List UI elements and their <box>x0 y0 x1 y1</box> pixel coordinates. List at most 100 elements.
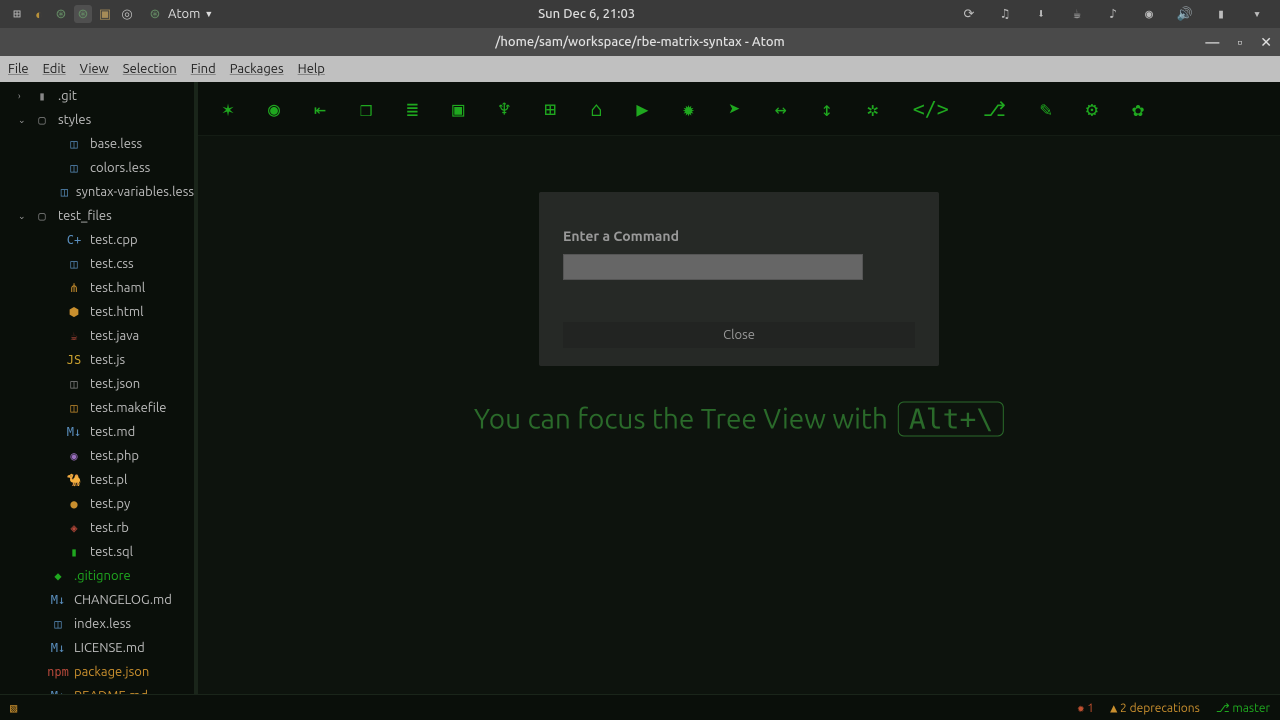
tree-file-test-java[interactable]: ☕test.java <box>0 324 194 348</box>
refresh-icon[interactable]: ⟳ <box>960 5 978 23</box>
file-name: LICENSE.md <box>74 641 145 655</box>
tree-file-test-sql[interactable]: ▮test.sql <box>0 540 194 564</box>
file-type-icon: M↓ <box>50 641 66 655</box>
file-name: README.md <box>74 689 148 694</box>
files-icon[interactable]: ▣ <box>96 5 114 23</box>
tree-file--gitignore[interactable]: ◆.gitignore <box>0 564 194 588</box>
tree-file-test-json[interactable]: ◫ test.json <box>0 372 194 396</box>
tree-file-CHANGELOG-md[interactable]: M↓CHANGELOG.md <box>0 588 194 612</box>
tree-file-README-md[interactable]: M↓README.md <box>0 684 194 694</box>
file-name: styles <box>58 113 91 127</box>
menu-view[interactable]: View <box>80 62 109 76</box>
file-name: test.php <box>90 449 139 463</box>
editor-area: ✶◉⇤❒≣▣♆⊞⌂▶✹➤↔↕✲</>⎇✎⚙✿ You can focus the… <box>198 82 1280 694</box>
chrome-icon[interactable]: ◐ <box>30 5 48 23</box>
caret-icon: ⌄ <box>18 211 26 222</box>
atom-icon-1[interactable]: ⊛ <box>52 5 70 23</box>
atom-icon-2[interactable]: ⊛ <box>74 5 92 23</box>
file-type-icon: ◫ <box>66 161 82 175</box>
menu-help[interactable]: Help <box>298 62 325 76</box>
window-titlebar[interactable]: /home/sam/workspace/rbe-matrix-syntax - … <box>0 28 1280 56</box>
file-name: test_files <box>58 209 112 223</box>
tree-file-test-pl[interactable]: 🐪test.pl <box>0 468 194 492</box>
minimize-button[interactable]: — <box>1205 34 1219 51</box>
menu-find[interactable]: Find <box>191 62 216 76</box>
tree-file-package-json[interactable]: npmpackage.json <box>0 660 194 684</box>
menubar: File Edit View Selection Find Packages Help <box>0 56 1280 82</box>
tree-file-base-less[interactable]: ◫base.less <box>0 132 194 156</box>
file-name: CHANGELOG.md <box>74 593 172 607</box>
active-app-menu[interactable]: ⊛ Atom ▼ <box>146 5 213 23</box>
file-type-icon: npm <box>50 665 66 679</box>
file-type-icon: ▢ <box>34 113 50 127</box>
command-input[interactable] <box>563 254 863 280</box>
file-type-icon: ◫ <box>66 257 82 271</box>
status-bar: ▧ ✹ 1 ▲ 2 deprecations ⎇ master <box>0 694 1280 720</box>
git-branch-icon: ⎇ <box>1216 701 1230 715</box>
tree-file-test-php[interactable]: ◉test.php <box>0 444 194 468</box>
tree-file-test-makefile[interactable]: ◫ test.makefile <box>0 396 194 420</box>
atom-app-icon: ⊛ <box>146 5 164 23</box>
file-name: test.md <box>90 425 135 439</box>
tree-file-test-css[interactable]: ◫test.css <box>0 252 194 276</box>
tree-folder-styles[interactable]: ⌄ ▢ styles <box>0 108 194 132</box>
file-name: test.makefile <box>90 401 166 415</box>
file-name: test.pl <box>90 473 127 487</box>
file-type-icon: ⬢ <box>66 305 82 319</box>
file-name: test.html <box>90 305 144 319</box>
file-type-icon: ◫ <box>61 185 68 199</box>
tree-file-test-js[interactable]: JStest.js <box>0 348 194 372</box>
coffee-icon[interactable]: ☕ <box>1068 5 1086 23</box>
error-count[interactable]: ✹ 1 <box>1077 701 1094 715</box>
dialog-close-button[interactable]: Close <box>563 322 915 348</box>
power-menu-icon[interactable]: ▾ <box>1248 5 1266 23</box>
tree-file-test-md[interactable]: M↓ test.md <box>0 420 194 444</box>
git-branch[interactable]: ⎇ master <box>1216 701 1270 715</box>
equalizer-icon[interactable]: ♫ <box>996 5 1014 23</box>
tree-file-colors-less[interactable]: ◫ colors.less <box>0 156 194 180</box>
settings-icon[interactable]: ◎ <box>118 5 136 23</box>
file-type-icon: ◫ <box>66 401 82 415</box>
desktop-panel: ⊞ ◐ ⊛ ⊛ ▣ ◎ ⊛ Atom ▼ Sun Dec 6, 21:03 ⟳ … <box>0 0 1280 28</box>
file-name: test.java <box>90 329 139 343</box>
download-icon[interactable]: ⬇ <box>1032 5 1050 23</box>
tree-file-test-cpp[interactable]: C+test.cpp <box>0 228 194 252</box>
file-type-icon: ◆ <box>50 569 66 583</box>
window-title: /home/sam/workspace/rbe-matrix-syntax - … <box>495 35 784 49</box>
file-type-icon: ▮ <box>34 89 50 103</box>
tree-file-index-less[interactable]: ◫index.less <box>0 612 194 636</box>
tree-file-test-py[interactable]: ●test.py <box>0 492 194 516</box>
apps-grid-icon[interactable]: ⊞ <box>8 5 26 23</box>
file-type-icon: M↓ <box>66 425 82 439</box>
volume-icon[interactable]: 🔊 <box>1176 5 1194 23</box>
tree-file-test-rb[interactable]: ◈test.rb <box>0 516 194 540</box>
close-button[interactable]: ✕ <box>1260 34 1272 51</box>
menu-file[interactable]: File <box>8 62 29 76</box>
file-type-icon: ◫ <box>66 377 82 391</box>
file-name: test.cpp <box>90 233 138 247</box>
warning-icon: ▲ <box>1110 701 1117 715</box>
tree-file-LICENSE-md[interactable]: M↓ LICENSE.md <box>0 636 194 660</box>
wifi-icon[interactable]: ◉ <box>1140 5 1158 23</box>
caret-icon: ⌄ <box>18 115 26 126</box>
tree-file-test-haml[interactable]: ⋔test.haml <box>0 276 194 300</box>
menu-selection[interactable]: Selection <box>123 62 177 76</box>
menu-edit[interactable]: Edit <box>43 62 66 76</box>
music-icon[interactable]: ♪ <box>1104 5 1122 23</box>
file-name: test.rb <box>90 521 129 535</box>
maximize-button[interactable]: ▫ <box>1237 34 1242 51</box>
battery-icon[interactable]: ▮ <box>1212 5 1230 23</box>
file-name: colors.less <box>90 161 150 175</box>
tree-folder-test_files[interactable]: ⌄▢test_files <box>0 204 194 228</box>
clock[interactable]: Sun Dec 6, 21:03 <box>213 7 960 21</box>
file-icon[interactable]: ▧ <box>10 701 17 715</box>
deprecations[interactable]: ▲ 2 deprecations <box>1110 701 1200 715</box>
file-name: test.json <box>90 377 140 391</box>
file-name: base.less <box>90 137 142 151</box>
chevron-down-icon: ▼ <box>204 9 213 19</box>
tree-view[interactable]: ›▮.git⌄▢styles◫base.less◫colors.less◫syn… <box>0 82 198 694</box>
tree-file-test-html[interactable]: ⬢ test.html <box>0 300 194 324</box>
menu-packages[interactable]: Packages <box>230 62 284 76</box>
tree-file-syntax-variables-less[interactable]: ◫syntax-variables.less <box>0 180 194 204</box>
tree-folder--git[interactable]: ›▮.git <box>0 84 194 108</box>
